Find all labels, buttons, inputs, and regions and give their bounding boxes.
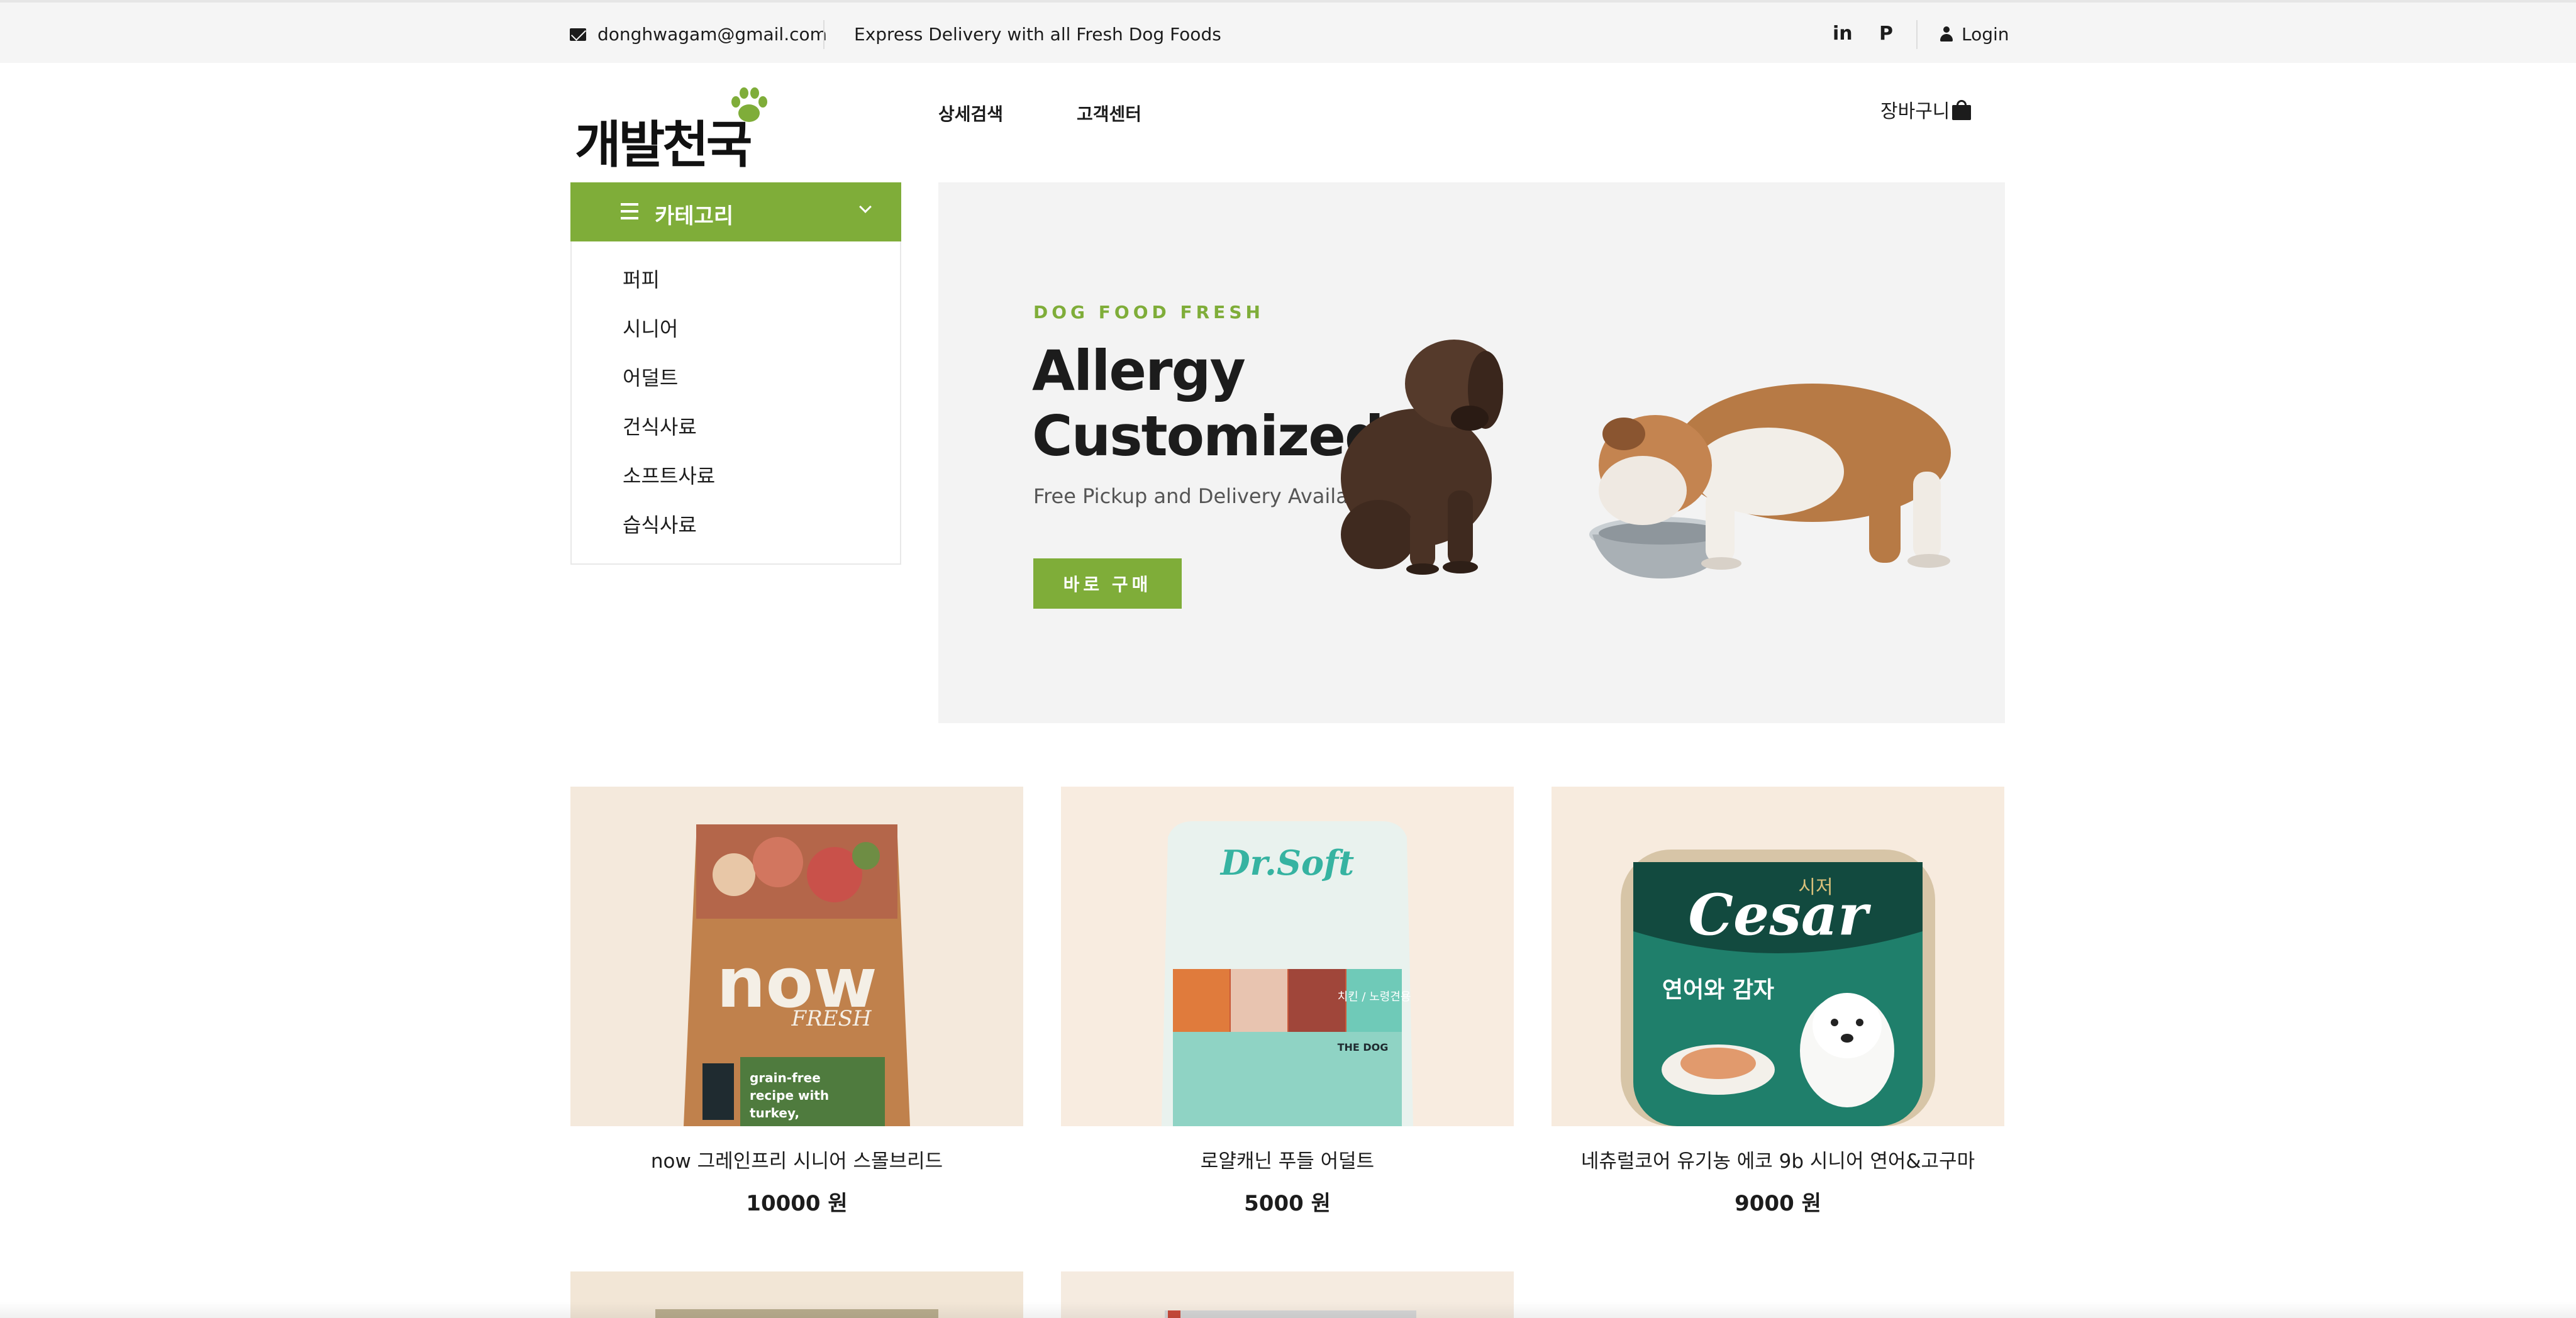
svg-text:recipe with: recipe with (750, 1088, 829, 1103)
linkedin-icon[interactable]: in (1833, 23, 1853, 45)
hero-headline-line1: Allergy (1032, 338, 1246, 403)
category-title: 카테고리 (655, 204, 734, 229)
product-image[interactable]: Dr.Soft 치킨 / 노령견용 THE DOG (1061, 787, 1514, 1126)
email-text: donghwagam@gmail.com (597, 24, 827, 45)
hamburger-icon (621, 203, 638, 219)
email-contact[interactable]: donghwagam@gmail.com (570, 24, 827, 45)
hero-subtitle: Free Pickup and Delivery Available (1033, 484, 1379, 508)
shopping-bag-icon (1951, 99, 1972, 120)
buy-now-button[interactable]: 바로 구매 (1033, 558, 1182, 609)
product-price: 10000 원 (746, 1191, 848, 1216)
svg-text:grain-free: grain-free (750, 1070, 821, 1085)
product-price: 9000 원 (1735, 1191, 1821, 1216)
product-card[interactable]: Cesar 시저 연어와 감자 네츄럴코어 유기농 에코 9b 시니어 연어&고… (1552, 787, 2004, 1217)
category-item-wet-food[interactable]: 습식사료 (572, 509, 900, 558)
svg-text:THE DOG: THE DOG (1338, 1041, 1389, 1053)
hero-eyebrow: DOG FOOD FRESH (1033, 302, 1264, 323)
product-card[interactable]: now FRESH grain-free recipe with turkey,… (570, 787, 1023, 1217)
pinterest-icon[interactable]: P (1879, 23, 1893, 45)
product-name[interactable]: now 그레인프리 시니어 스몰브리드 (570, 1145, 1023, 1173)
cart-link[interactable]: 장바구니 (1880, 96, 1972, 123)
chevron-down-icon (859, 201, 872, 213)
svg-text:치킨 / 노령견용: 치킨 / 노령견용 (1338, 990, 1411, 1004)
category-item-adult[interactable]: 어덜트 (572, 362, 900, 411)
product-card[interactable]: Dr.Soft 치킨 / 노령견용 THE DOG 로얄캐닌 푸들 어덜트 50… (1061, 787, 1514, 1217)
product-package-drsoft: Dr.Soft 치킨 / 노령견용 THE DOG (1061, 787, 1514, 1126)
mail-icon (570, 28, 586, 41)
category-item-senior[interactable]: 시니어 (572, 313, 900, 362)
hero-dogs-image (1341, 340, 1951, 579)
svg-text:FRESH: FRESH (791, 1006, 872, 1031)
user-icon (1940, 26, 1953, 43)
category-toggle[interactable]: 카테고리 (570, 182, 901, 241)
svg-text:연어와 감자: 연어와 감자 (1662, 977, 1774, 1003)
login-label: Login (1962, 24, 2009, 45)
promo-text: Express Delivery with all Fresh Dog Food… (854, 24, 1221, 45)
nav-customer-center[interactable]: 고객센터 (1077, 101, 1141, 126)
category-item-dry-food[interactable]: 건식사료 (572, 411, 900, 460)
category-item-soft-food[interactable]: 소프트사료 (572, 460, 900, 509)
topbar-divider-right (1916, 20, 1918, 49)
hero-headline-line2: Customized (1032, 404, 1384, 468)
product-image[interactable]: Cesar 시저 연어와 감자 (1552, 787, 2004, 1126)
nav-detail-search[interactable]: 상세검색 (938, 101, 1003, 126)
paw-icon (731, 87, 767, 122)
category-list: 퍼피 시니어 어덜트 건식사료 소프트사료 습식사료 (570, 241, 901, 565)
svg-text:Dr.Soft: Dr.Soft (1219, 843, 1354, 883)
topbar-divider (823, 20, 824, 49)
cart-label: 장바구니 (1880, 101, 1950, 123)
hero-banner: DOG FOOD FRESH Allergy Customized Free P… (938, 182, 2005, 723)
svg-text:시저: 시저 (1798, 877, 1833, 899)
product-package-cesar: Cesar 시저 연어와 감자 (1552, 787, 2004, 1126)
product-image[interactable]: now FRESH grain-free recipe with turkey, (570, 787, 1023, 1126)
hero-headline: Allergy Customized (1032, 338, 1384, 469)
svg-text:Cesar: Cesar (1688, 882, 1871, 948)
bottom-fade (0, 1302, 2576, 1318)
site-logo[interactable]: 개발천국 (575, 80, 776, 174)
login-link[interactable]: Login (1940, 24, 2009, 45)
product-price: 5000 원 (1244, 1191, 1331, 1216)
product-name[interactable]: 로얄캐닌 푸들 어덜트 (1061, 1145, 1514, 1173)
logo-text: 개발천국 (575, 116, 752, 174)
top-bar: donghwagam@gmail.com Express Delivery wi… (0, 0, 2576, 63)
category-item-puppy[interactable]: 퍼피 (572, 264, 900, 313)
product-name[interactable]: 네츄럴코어 유기농 에코 9b 시니어 연어&고구마 (1552, 1145, 2004, 1173)
product-package-now: now FRESH grain-free recipe with turkey, (570, 787, 1023, 1126)
svg-text:turkey,: turkey, (750, 1105, 799, 1121)
